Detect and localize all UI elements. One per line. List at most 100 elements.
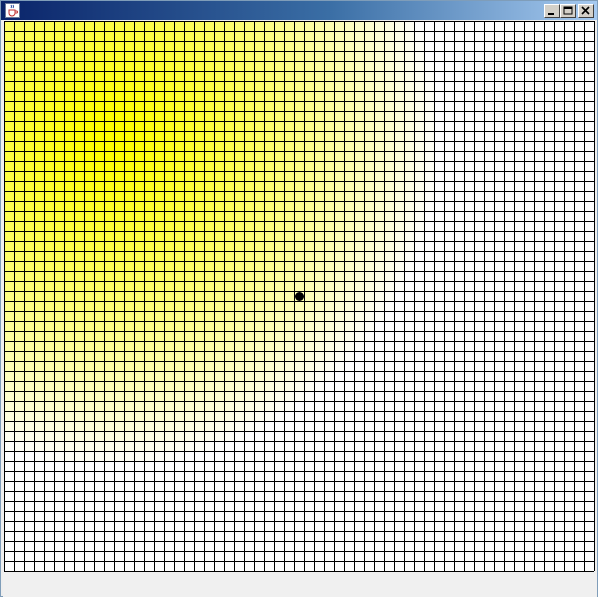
highlight-cell xyxy=(4,221,14,231)
highlight-cell xyxy=(124,81,134,91)
grid-canvas[interactable] xyxy=(3,20,597,597)
highlight-cell xyxy=(244,161,254,171)
minimize-button[interactable] xyxy=(544,4,560,18)
highlight-cell xyxy=(414,231,424,241)
highlight-cell xyxy=(114,31,124,41)
highlight-cell xyxy=(134,21,144,31)
highlight-cell xyxy=(134,181,144,191)
highlight-cell xyxy=(234,271,244,281)
highlight-cell xyxy=(4,381,14,391)
highlight-cell xyxy=(14,51,24,61)
highlight-cell xyxy=(364,171,374,181)
close-button[interactable] xyxy=(578,4,594,18)
highlight-cell xyxy=(304,211,314,221)
highlight-cell xyxy=(34,421,44,431)
highlight-cell xyxy=(194,291,204,301)
highlight-cell xyxy=(204,351,214,361)
highlight-cell xyxy=(384,151,394,161)
highlight-cell xyxy=(294,241,304,251)
highlight-cell xyxy=(304,351,314,361)
highlight-cell xyxy=(264,181,274,191)
maximize-button[interactable] xyxy=(560,4,576,18)
highlight-cell xyxy=(134,391,144,401)
highlight-cell xyxy=(154,241,164,251)
highlight-cell xyxy=(264,111,274,121)
highlight-cell xyxy=(394,181,404,191)
highlight-cell xyxy=(284,291,294,301)
highlight-cell xyxy=(84,21,94,31)
highlight-cell xyxy=(34,41,44,51)
highlight-cell xyxy=(304,141,314,151)
highlight-cell xyxy=(64,361,74,371)
highlight-cell xyxy=(4,21,14,31)
highlight-cell xyxy=(84,361,94,371)
highlight-cell xyxy=(214,71,224,81)
highlight-cell xyxy=(324,81,334,91)
highlight-cell xyxy=(284,271,294,281)
highlight-cell xyxy=(404,121,414,131)
highlight-cell xyxy=(234,351,244,361)
highlight-cell xyxy=(164,331,174,341)
highlight-cell xyxy=(314,301,324,311)
highlight-cell xyxy=(124,101,134,111)
highlight-cell xyxy=(34,381,44,391)
highlight-cell xyxy=(384,271,394,281)
highlight-cell xyxy=(184,331,194,341)
highlight-cell xyxy=(84,71,94,81)
highlight-cell xyxy=(184,371,194,381)
highlight-cell xyxy=(184,351,194,361)
highlight-cell xyxy=(14,191,24,201)
highlight-cell xyxy=(334,321,344,331)
highlight-cell xyxy=(74,271,84,281)
highlight-cell xyxy=(324,151,334,161)
highlight-cell xyxy=(154,431,164,441)
highlight-cell xyxy=(314,241,324,251)
highlight-cell xyxy=(264,21,274,31)
highlight-cell xyxy=(154,101,164,111)
highlight-cell xyxy=(94,411,104,421)
highlight-cell xyxy=(24,421,34,431)
highlight-cell xyxy=(314,91,324,101)
highlight-cell xyxy=(104,341,114,351)
highlight-cell xyxy=(304,21,314,31)
highlight-cell xyxy=(24,151,34,161)
highlight-cell xyxy=(114,141,124,151)
grid-svg[interactable] xyxy=(3,20,597,597)
highlight-cell xyxy=(344,311,354,321)
highlight-cell xyxy=(94,81,104,91)
highlight-cell xyxy=(14,421,24,431)
highlight-cell xyxy=(44,371,54,381)
highlight-cell xyxy=(344,191,354,201)
highlight-cell xyxy=(284,261,294,271)
highlight-cell xyxy=(174,181,184,191)
highlight-cell xyxy=(64,71,74,81)
highlight-cell xyxy=(64,411,74,421)
highlight-cell xyxy=(204,281,214,291)
highlight-cell xyxy=(234,301,244,311)
highlight-cell xyxy=(314,381,324,391)
highlight-cell xyxy=(144,21,154,31)
highlight-cell xyxy=(134,281,144,291)
highlight-cell xyxy=(34,111,44,121)
highlight-cell xyxy=(134,331,144,341)
highlight-cell xyxy=(374,51,384,61)
highlight-cell xyxy=(194,21,204,31)
highlight-cell xyxy=(344,161,354,171)
highlight-cell xyxy=(244,311,254,321)
highlight-cell xyxy=(274,301,284,311)
highlight-cell xyxy=(384,71,394,81)
title-bar[interactable] xyxy=(1,1,597,20)
highlight-cell xyxy=(4,411,14,421)
highlight-cell xyxy=(414,101,424,111)
highlight-cell xyxy=(144,211,154,221)
highlight-cell xyxy=(264,171,274,181)
highlight-cell xyxy=(254,201,264,211)
highlight-cell xyxy=(114,101,124,111)
highlight-cell xyxy=(174,411,184,421)
highlight-cell xyxy=(64,341,74,351)
highlight-cell xyxy=(354,221,364,231)
highlight-cell xyxy=(44,341,54,351)
highlight-cell xyxy=(384,251,394,261)
highlight-cell xyxy=(424,181,434,191)
highlight-cell xyxy=(184,201,194,211)
